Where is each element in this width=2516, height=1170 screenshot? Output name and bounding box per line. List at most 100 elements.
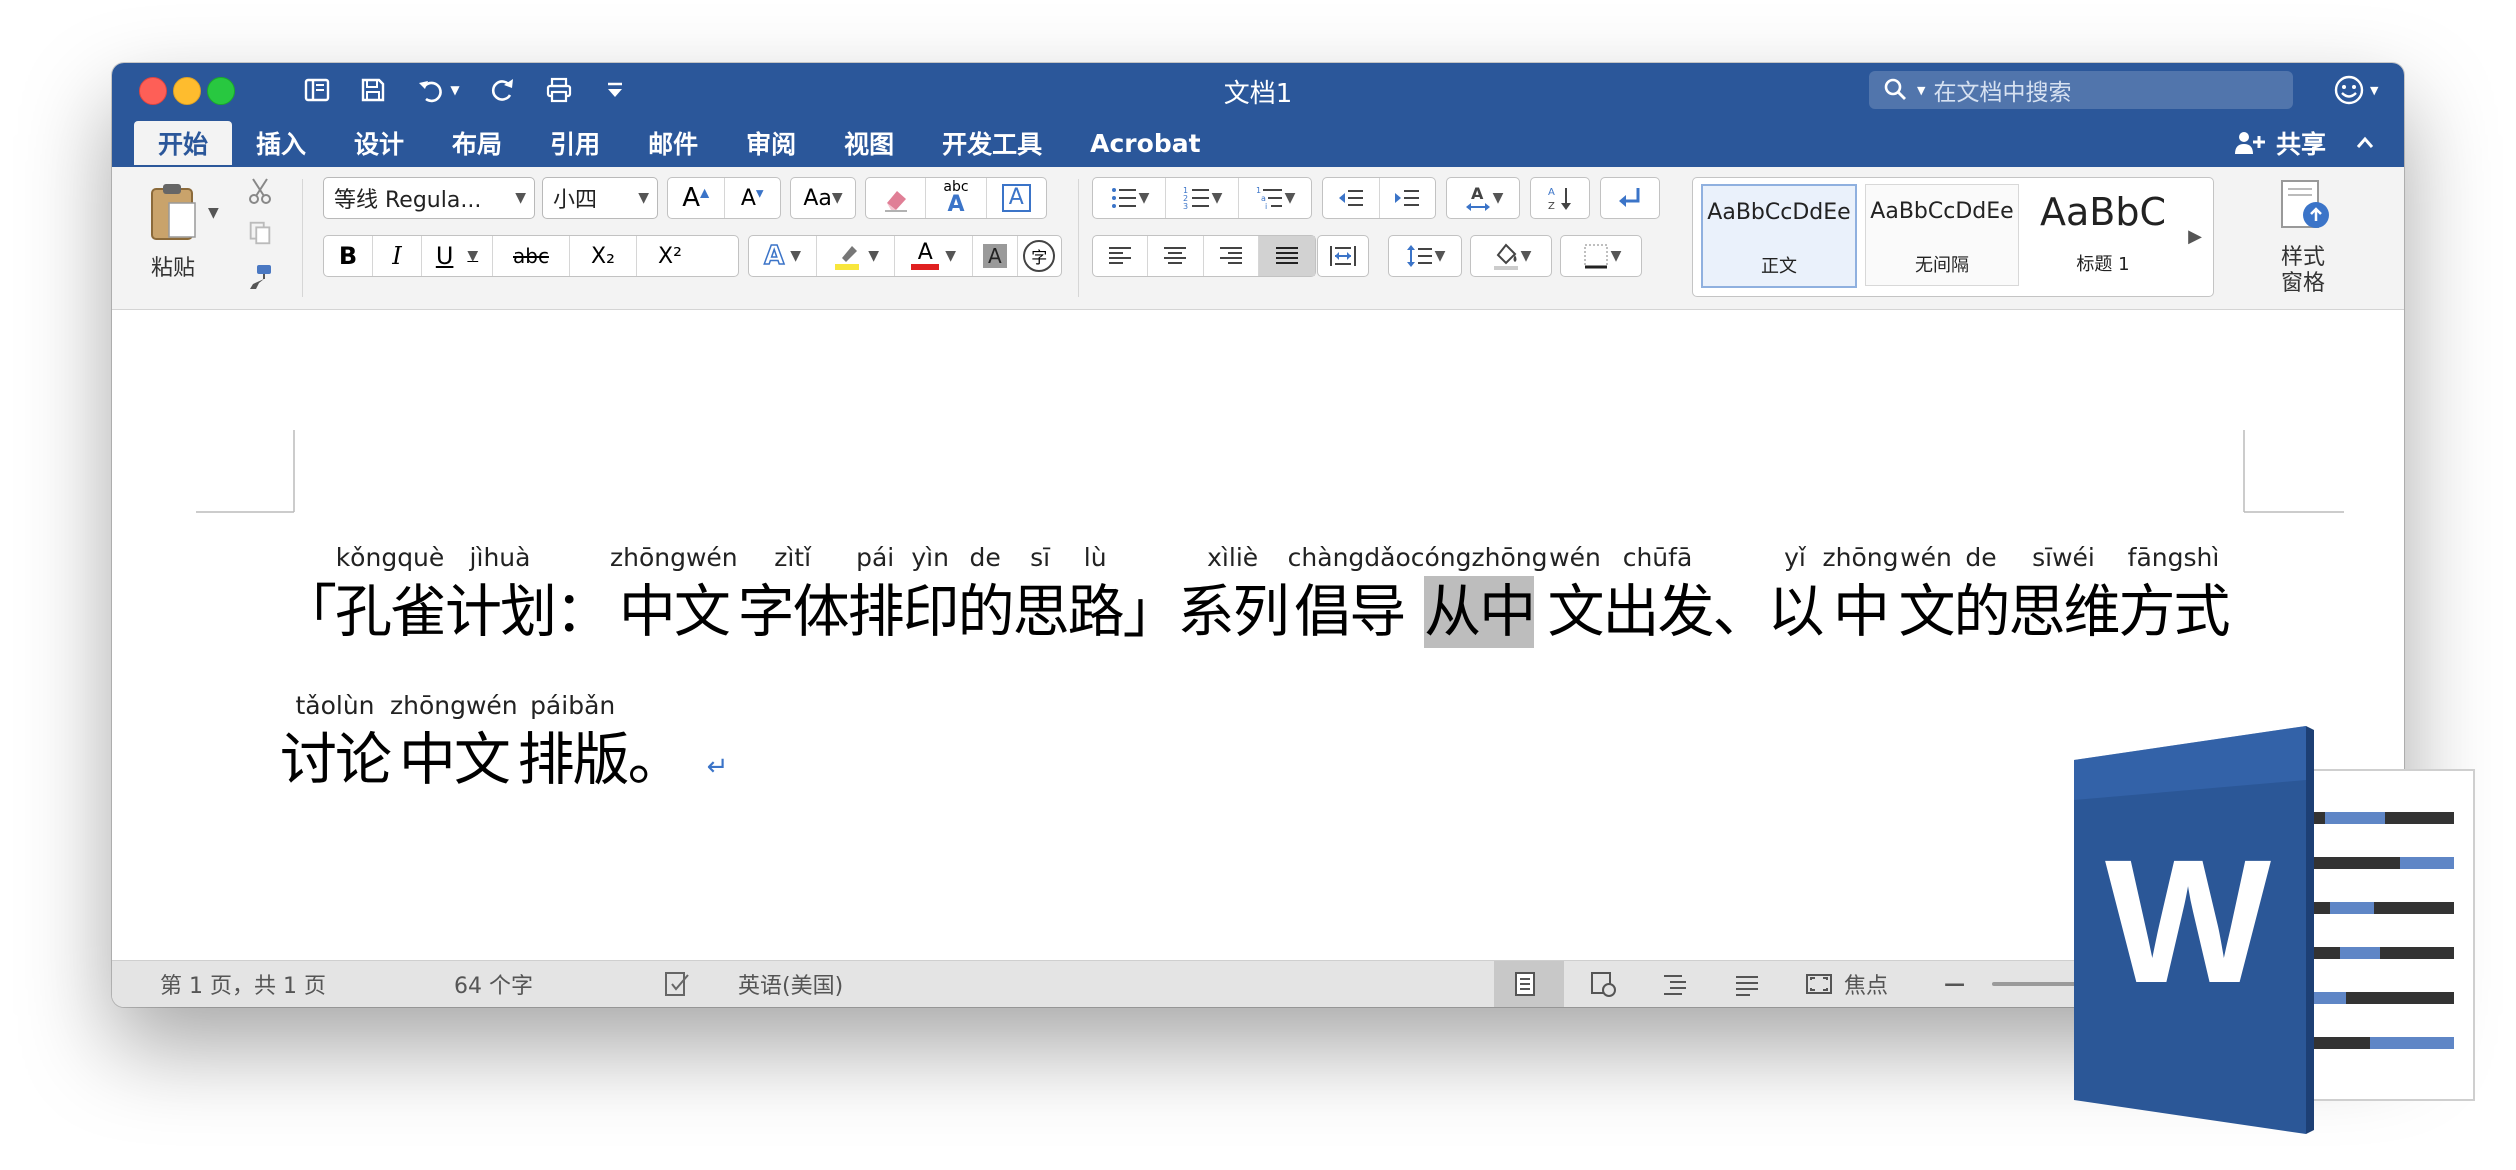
word-window: ▼ 文档1 ▼ 在文档中搜索 ▼ 开始 插入 设计 布局 引用 邮件 审阅 视图… <box>112 63 2404 1007</box>
copy-button[interactable] <box>240 213 280 253</box>
chevron-down-icon: ▼ <box>1284 190 1296 206</box>
pinyin-annotation: sīwéi <box>2032 543 2095 572</box>
styles-pane-button[interactable] <box>2274 175 2334 239</box>
font-name-select[interactable]: 等线 Regula... ▼ <box>323 177 535 219</box>
zoom-out-button[interactable]: − <box>1942 961 1967 1007</box>
pinyin-annotation <box>304 540 312 576</box>
align-left-button[interactable] <box>1093 236 1149 276</box>
search-field[interactable]: ▼ 在文档中搜索 <box>1869 71 2293 109</box>
style-normal[interactable]: AaBbCcDdEe 正文 <box>1701 184 1857 288</box>
svg-text:i: i <box>1265 202 1267 211</box>
change-case-button[interactable]: Aa ▼ <box>791 178 855 218</box>
feedback-button[interactable]: ▼ <box>2332 73 2382 107</box>
justify-button[interactable] <box>1258 236 1315 276</box>
grow-font-button[interactable]: A▲ <box>668 178 725 218</box>
print-layout-view-button[interactable] <box>1510 961 1540 1007</box>
format-painter-button[interactable] <box>240 257 280 297</box>
tab-references[interactable]: 引用 <box>526 121 624 165</box>
ruby-word: de 的 <box>958 540 1015 648</box>
document-canvas[interactable]: 「kǒngquè 孔雀 jìhuà 计划 ： zhōngwén 中文 zìtǐ 字体 pái 排 y… <box>112 310 2404 960</box>
character-border-button[interactable]: A <box>987 178 1046 218</box>
shrink-font-button[interactable]: A▼ <box>725 178 781 218</box>
tab-home[interactable]: 开始 <box>134 121 233 165</box>
ruby-word: jìhuà 计划 <box>445 540 557 648</box>
pinyin-annotation: wén <box>1900 543 1952 572</box>
decrease-indent-button[interactable] <box>1323 178 1380 218</box>
align-right-icon <box>1219 247 1242 264</box>
ruby-word: 。 <box>628 688 685 796</box>
highlighter-icon <box>835 246 860 270</box>
document-text: 文 <box>1547 579 1605 645</box>
word-count[interactable]: 64 个字 <box>454 961 533 1007</box>
align-center-button[interactable] <box>1148 236 1204 276</box>
tab-acrobat[interactable]: Acrobat <box>1066 121 1224 165</box>
phonetic-guide-button[interactable]: 字 <box>1018 236 1061 276</box>
line-spacing-button[interactable]: ▼ <box>1389 236 1461 276</box>
styles-more-button[interactable]: ▶ <box>2183 216 2207 256</box>
strikethrough-button[interactable]: abc <box>493 236 570 276</box>
tab-design[interactable]: 设计 <box>330 121 428 165</box>
borders-button[interactable]: ▼ <box>1561 236 1641 276</box>
ruby-word: yǐ 以 <box>1768 540 1825 648</box>
increase-indent-button[interactable] <box>1380 178 1436 218</box>
multilevel-list-button[interactable]: 1ai ▼ <box>1239 178 1311 218</box>
text-effects-menu-button[interactable]: A ▼ <box>749 236 818 276</box>
focus-mode-button[interactable]: 焦点 <box>1804 961 1888 1007</box>
styles-pane-label-line2: 窗格 <box>2280 271 2325 296</box>
shading-group: ▼ <box>1470 235 1552 277</box>
bullets-button[interactable]: ▼ <box>1093 178 1166 218</box>
font-color-button[interactable]: A ▼ <box>895 236 974 276</box>
subscript-button[interactable]: X₂ <box>570 236 637 276</box>
paste-button[interactable] <box>134 177 214 247</box>
page-count[interactable]: 第 1 页，共 1 页 <box>160 961 326 1007</box>
font-size-select[interactable]: 小四 ▼ <box>542 177 658 219</box>
underline-label: U <box>435 242 454 270</box>
eraser-icon <box>884 191 907 212</box>
shading-button[interactable]: ▼ <box>1471 236 1551 276</box>
proofing-button[interactable] <box>662 961 692 1007</box>
tab-view[interactable]: 视图 <box>820 121 918 165</box>
sort-button[interactable]: AZ <box>1531 178 1589 218</box>
tab-developer[interactable]: 开发工具 <box>918 121 1066 165</box>
clear-formatting-button[interactable] <box>866 178 927 218</box>
web-layout-view-button[interactable] <box>1588 961 1618 1007</box>
style-heading-1[interactable]: AaBbC 标题 1 <box>2027 184 2179 284</box>
focus-label: 焦点 <box>1844 974 1889 999</box>
bold-button[interactable]: B <box>324 236 373 276</box>
document-text: 排 <box>847 579 905 645</box>
text-effects-button[interactable]: abc A <box>926 178 987 218</box>
outline-view-button[interactable] <box>1660 961 1690 1007</box>
pinyin-annotation: chàngdǎo <box>1287 543 1411 572</box>
character-shading-button[interactable]: A <box>973 236 1018 276</box>
collapse-ribbon-icon[interactable] <box>2350 128 2380 158</box>
draft-view-button[interactable] <box>1732 961 1762 1007</box>
tab-review[interactable]: 审阅 <box>722 121 820 165</box>
underline-button[interactable]: U ▼ <box>422 236 493 276</box>
style-preview: AaBbCcDdEe <box>1707 200 1851 225</box>
text-outline-icon: A <box>763 240 785 272</box>
chevron-down-icon: ▼ <box>1520 248 1532 264</box>
style-no-spacing[interactable]: AaBbCcDdEe 无间隔 <box>1865 184 2019 286</box>
superscript-button[interactable]: X² <box>637 236 703 276</box>
share-button[interactable]: 共享 <box>2232 123 2380 163</box>
print-layout-icon <box>1515 972 1535 996</box>
cut-button[interactable] <box>240 171 280 211</box>
italic-button[interactable]: I <box>373 236 422 276</box>
language-indicator[interactable]: 英语(美国) <box>738 961 843 1007</box>
status-bar: 第 1 页，共 1 页 64 个字 英语(美国) 焦点 − <box>112 960 2404 1007</box>
highlight-color-button[interactable]: ▼ <box>817 236 896 276</box>
outdent-icon <box>1338 190 1363 206</box>
numbering-button[interactable]: 123 ▼ <box>1166 178 1239 218</box>
align-right-button[interactable] <box>1204 236 1259 276</box>
distributed-button[interactable] <box>1318 236 1368 276</box>
styles-gallery: AaBbCcDdEe 正文 AaBbCcDdEe 无间隔 AaBbC 标题 1 … <box>1692 177 2214 297</box>
tab-mailings[interactable]: 邮件 <box>624 121 722 165</box>
text-direction-button[interactable]: A ▼ <box>1447 178 1519 218</box>
pinyin-annotation: wén <box>1549 543 1601 572</box>
chevron-right-icon: ▶ <box>2188 225 2202 247</box>
tab-layout[interactable]: 布局 <box>428 121 526 165</box>
show-formatting-button[interactable] <box>1601 178 1659 218</box>
chevron-down-icon: ▼ <box>467 248 479 264</box>
chevron-down-icon[interactable]: ▼ <box>208 205 219 221</box>
tab-insert[interactable]: 插入 <box>232 121 330 165</box>
